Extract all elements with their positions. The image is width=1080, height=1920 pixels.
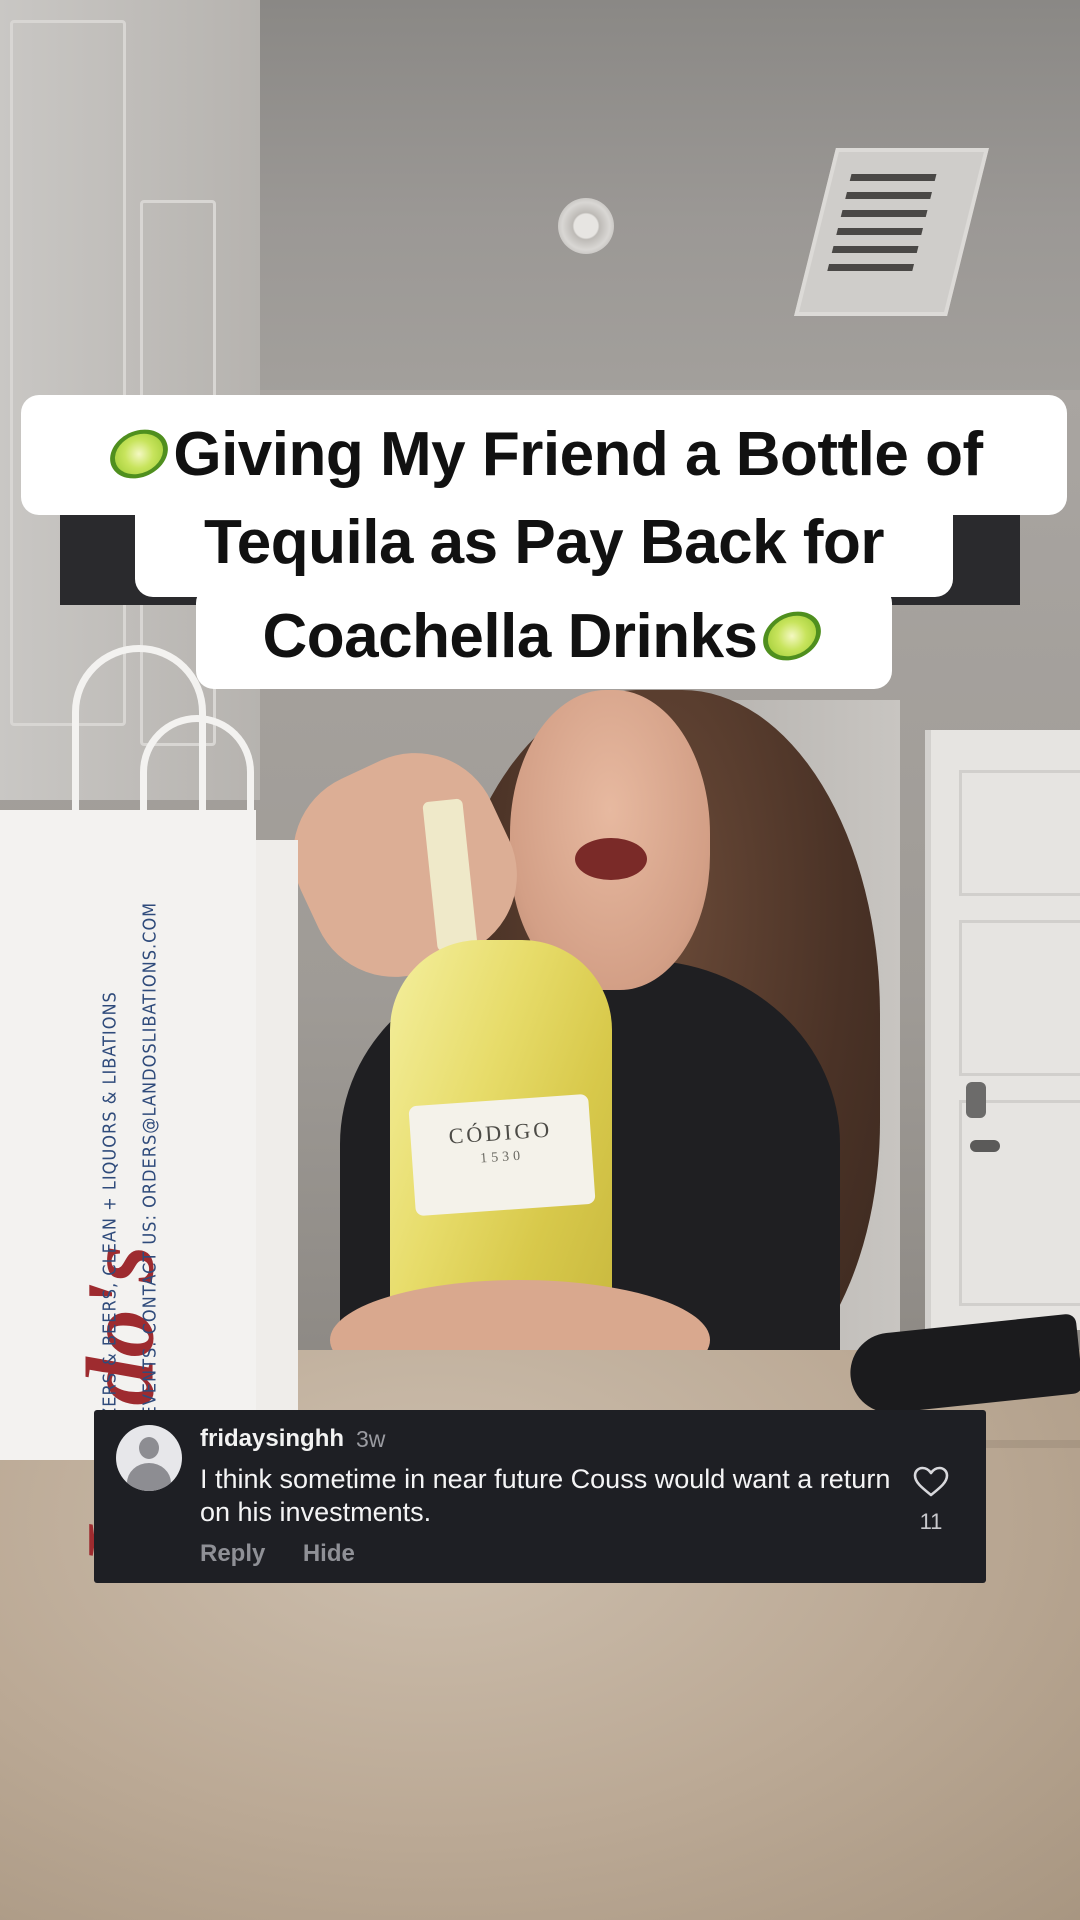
caption-line-1-text: Giving My Friend a Bottle of <box>173 420 983 489</box>
bag-text-line1: WINES, SELTZERS & BEERS, CLEAN + LIQUORS… <box>99 991 121 1531</box>
video-frame[interactable]: CÓDIGO 1530 Lando's WINES, SELTZERS & BE… <box>0 0 1080 1920</box>
tequila-bottle: CÓDIGO 1530 <box>390 798 612 1325</box>
like-count: 11 <box>919 1509 943 1534</box>
heart-outline-icon[interactable] <box>913 1466 949 1498</box>
like-button[interactable]: 11 <box>909 1466 953 1535</box>
paper-bag: Lando's WINES, SELTZERS & BEERS, CLEAN +… <box>0 645 256 1571</box>
lime-icon <box>102 420 177 488</box>
caption-line-2-text: Tequila as Pay Back for <box>204 508 884 577</box>
smoke-detector <box>558 198 614 254</box>
comment-timestamp: 3w <box>356 1426 386 1452</box>
default-avatar-icon[interactable] <box>116 1425 182 1491</box>
comment-actions: Reply Hide <box>200 1540 388 1568</box>
caption-line-3-text: Coachella Drinks <box>262 602 758 671</box>
white-door <box>925 730 1080 1330</box>
comment-text: I think sometime in near future Couss wo… <box>200 1464 891 1527</box>
hide-button[interactable]: Hide <box>303 1540 355 1568</box>
reply-button[interactable]: Reply <box>200 1540 265 1568</box>
caption-line-2: Tequila as Pay Back for <box>135 495 953 597</box>
comment-username[interactable]: fridaysinghh <box>200 1425 344 1453</box>
comment-card: fridaysinghh 3w I think sometime in near… <box>94 1410 986 1583</box>
bottle-label: CÓDIGO 1530 <box>408 1093 596 1217</box>
caption-line-3: Coachella Drinks <box>196 585 892 689</box>
door-lock <box>966 1082 986 1118</box>
lime-icon <box>754 602 829 670</box>
door-handle <box>970 1140 1000 1152</box>
